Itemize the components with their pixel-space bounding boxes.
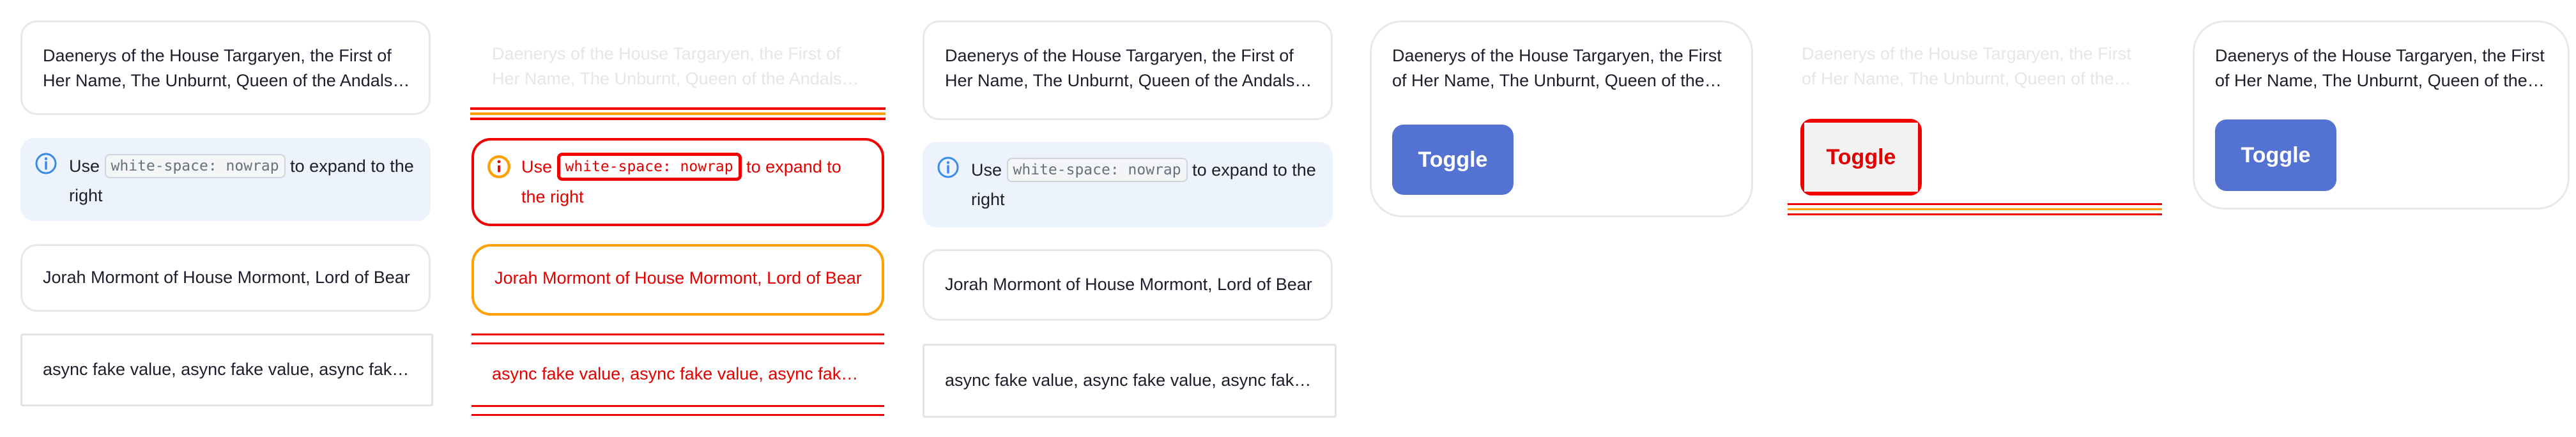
toggle-diff-box: Toggle: [1800, 119, 1922, 195]
info-callout: Use white-space: nowrap to expand to the…: [923, 142, 1333, 227]
info-message: Use white-space: nowrap to expand to the…: [971, 155, 1316, 214]
info-code: white-space: nowrap: [104, 153, 286, 178]
panel-4: Daenerys of the House Targaryen, the Fir…: [1357, 0, 1753, 437]
daenerys-text: Daenerys of the House Targaryen, the Fir…: [945, 46, 1295, 90]
info-circle-icon: [487, 155, 510, 178]
jorah-diff-box: Jorah Mormont of House Mormont, Lord of …: [471, 244, 884, 316]
panel-6: Daenerys of the House Targaryen, the Fir…: [2190, 0, 2576, 437]
info-code: white-space: nowrap: [556, 152, 742, 181]
daenerys-text: Daenerys of the House Targaryen, the Fir…: [1392, 46, 1722, 90]
toggle-button[interactable]: Toggle: [1804, 123, 1918, 192]
jorah-text: Jorah Mormont of House Mormont, Lord of …: [945, 275, 1313, 294]
info-code: white-space: nowrap: [1006, 157, 1188, 182]
panel-5-diff: Daenerys of the House Targaryen, the Fir…: [1779, 0, 2175, 437]
async-box: async fake value, async fake value, asyn…: [20, 334, 433, 406]
toggle-button[interactable]: Toggle: [2215, 119, 2336, 191]
panel-1: Daenerys of the House Targaryen, the Fir…: [0, 0, 447, 437]
diff-line: [471, 405, 884, 407]
info-circle-icon: [35, 153, 57, 174]
diff-line: [1788, 213, 2162, 215]
async-text: async fake value, async fake value, asyn…: [945, 371, 1317, 390]
diff-line: [1788, 203, 2162, 205]
jorah-text: Jorah Mormont of House Mormont, Lord of …: [43, 268, 411, 287]
diff-line: [471, 334, 884, 335]
diff-line: [470, 118, 885, 120]
daenerys-ghost-text: Daenerys of the House Targaryen, the Fir…: [492, 44, 842, 88]
daenerys-text: Daenerys of the House Targaryen, the Fir…: [2215, 46, 2545, 90]
daenerys-card: Daenerys of the House Targaryen, the Fir…: [923, 20, 1333, 120]
jorah-text: Jorah Mormont of House Mormont, Lord of …: [494, 268, 862, 288]
diff-line: [470, 112, 885, 115]
info-circle-icon: [937, 157, 959, 178]
daenerys-text: Daenerys of the House Targaryen, the Fir…: [43, 46, 393, 90]
async-text: async fake value, async fake value, asyn…: [492, 364, 862, 383]
jorah-card: Jorah Mormont of House Mormont, Lord of …: [20, 244, 431, 312]
info-use: Use: [971, 160, 1002, 180]
info-message: Use white-space: nowrap to expand to the…: [69, 151, 414, 210]
diff-line: [1788, 208, 2162, 210]
info-diff-box: Use white-space: nowrap to expand to the…: [471, 138, 884, 226]
diff-line: [471, 342, 884, 344]
async-box: async fake value, async fake value, asyn…: [923, 344, 1337, 418]
daenerys-card: Daenerys of the House Targaryen, the Fir…: [20, 20, 431, 115]
daenerys-toggle-card: Daenerys of the House Targaryen, the Fir…: [2193, 20, 2570, 210]
info-callout: Use white-space: nowrap to expand to the…: [20, 138, 431, 221]
daenerys-toggle-card: Daenerys of the House Targaryen, the Fir…: [1370, 20, 1753, 217]
info-use: Use: [521, 157, 553, 176]
info-message-diff: Use white-space: nowrap to expand to the…: [521, 152, 866, 211]
info-use: Use: [69, 157, 100, 176]
toggle-button[interactable]: Toggle: [1392, 125, 1514, 195]
diff-line: [471, 414, 884, 416]
daenerys-ghost-text: Daenerys of the House Targaryen, the Fir…: [1802, 44, 2131, 88]
jorah-card: Jorah Mormont of House Mormont, Lord of …: [923, 249, 1333, 321]
panel-2-diff: Daenerys of the House Targaryen, the Fir…: [451, 0, 898, 437]
async-text: async fake value, async fake value, asyn…: [43, 360, 413, 379]
diff-line: [470, 107, 885, 110]
panel-3: Daenerys of the House Targaryen, the Fir…: [902, 0, 1353, 437]
